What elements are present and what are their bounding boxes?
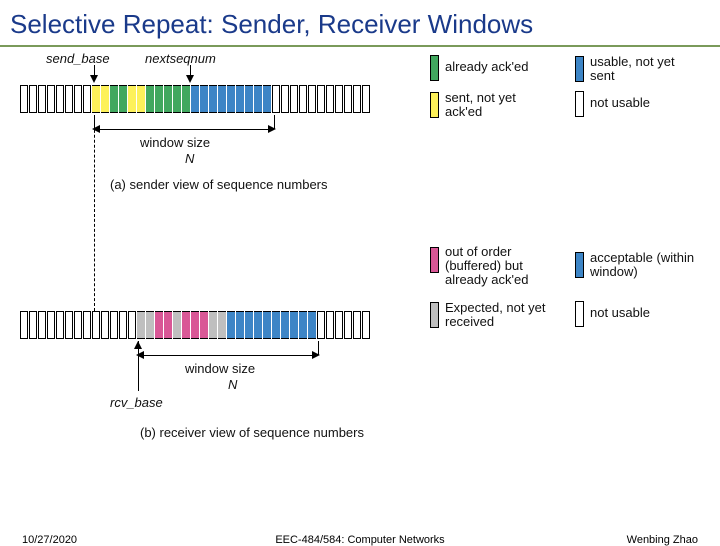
legend-swatch-gray xyxy=(430,302,439,328)
legend-recv-expected: Expected, not yet received xyxy=(430,301,555,330)
arrow-rcv-base-head xyxy=(134,341,142,349)
caption-receiver: (b) receiver view of sequence numbers xyxy=(140,425,364,440)
legend-swatch-yellow xyxy=(430,92,439,118)
sender-row xyxy=(20,85,370,113)
legend-swatch-outline xyxy=(575,91,584,117)
legend-sender-notusable: not usable xyxy=(575,91,650,117)
label-sender-window: window size xyxy=(140,135,210,150)
dashed-align xyxy=(94,115,95,311)
legend-text-expected: Expected, not yet received xyxy=(445,301,555,330)
legend-sender-sent: sent, not yet ack'ed xyxy=(430,91,555,120)
arrow-nextseqnum-head xyxy=(186,75,194,83)
recv-bracket-arrR xyxy=(312,351,320,359)
footer-author: Wenbing Zhao xyxy=(627,534,698,546)
label-recv-window: window size xyxy=(185,361,255,376)
legend-swatch-green xyxy=(430,55,439,81)
label-nextseqnum: nextseqnum xyxy=(145,51,216,66)
diagram-area: send_base nextseqnum window size N (a) s… xyxy=(10,51,710,471)
footer-course: EEC-484/584: Computer Networks xyxy=(0,534,720,546)
legend-text-notusable: not usable xyxy=(590,96,650,110)
legend-text-buffered: out of order (buffered) but already ack'… xyxy=(445,245,565,288)
legend-swatch-pink xyxy=(430,247,439,273)
arrow-send-base-head xyxy=(90,75,98,83)
label-send-base: send_base xyxy=(46,51,110,66)
legend-text-notusable2: not usable xyxy=(590,306,650,320)
label-rcv-base: rcv_base xyxy=(110,395,163,410)
receiver-row xyxy=(20,311,370,339)
sender-bracket-bar xyxy=(94,129,274,130)
recv-bracket-bar xyxy=(138,355,318,356)
legend-swatch-blue2 xyxy=(575,252,584,278)
legend-recv-buffered: out of order (buffered) but already ack'… xyxy=(430,245,565,288)
label-sender-N: N xyxy=(185,151,194,166)
slide-title: Selective Repeat: Sender, Receiver Windo… xyxy=(0,0,720,47)
legend-text-ack: already ack'ed xyxy=(445,60,528,74)
label-recv-N: N xyxy=(228,377,237,392)
legend-text-usable: usable, not yet sent xyxy=(590,55,700,84)
legend-text-sent: sent, not yet ack'ed xyxy=(445,91,555,120)
arrow-rcv-base-stem xyxy=(138,355,139,391)
legend-sender-ack: already ack'ed xyxy=(430,55,528,81)
legend-swatch-blue xyxy=(575,56,584,82)
legend-recv-notusable: not usable xyxy=(575,301,650,327)
legend-recv-acceptable: acceptable (within window) xyxy=(575,251,700,280)
legend-swatch-outline2 xyxy=(575,301,584,327)
legend-text-acceptable: acceptable (within window) xyxy=(590,251,700,280)
sender-bracket-arrR xyxy=(268,125,276,133)
caption-sender: (a) sender view of sequence numbers xyxy=(110,177,328,192)
legend-sender-usable: usable, not yet sent xyxy=(575,55,700,84)
